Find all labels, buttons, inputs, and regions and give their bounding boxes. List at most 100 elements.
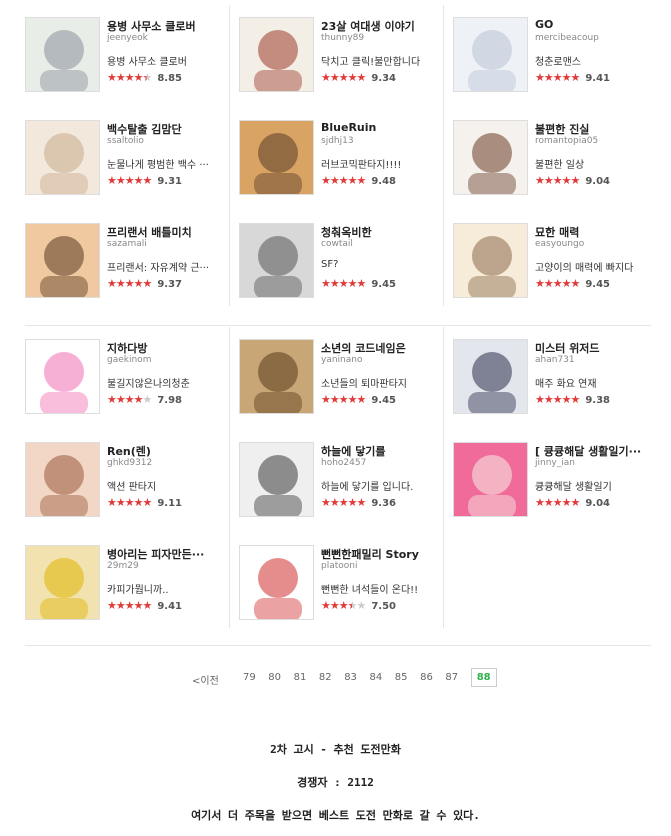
webtoon-rating: ★★★★★ 9.31 bbox=[107, 174, 182, 187]
webtoon-thumbnail[interactable] bbox=[453, 442, 528, 517]
webtoon-thumbnail[interactable] bbox=[239, 17, 314, 92]
webtoon-thumbnail[interactable] bbox=[453, 17, 528, 92]
webtoon-title[interactable]: 프리랜서 배틀미치 bbox=[107, 224, 227, 240]
webtoon-description: 하늘에 닿기를 입니다. bbox=[321, 482, 414, 493]
webtoon-title[interactable]: 지하다방 bbox=[107, 340, 227, 356]
webtoon-rating: ★★★★★ 9.37 bbox=[107, 277, 182, 290]
webtoon-card[interactable]: GO mercibeacoup 청춘로맨스 ★★★★★ 9.41 bbox=[453, 17, 653, 97]
page-link-85[interactable]: 85 bbox=[395, 672, 408, 683]
webtoon-rating: ★★★★★ 9.41 bbox=[107, 599, 182, 612]
webtoon-description: 뻔뻔한 녀석들이 온다!! bbox=[321, 585, 419, 596]
webtoon-author: sjdhj13 bbox=[321, 136, 354, 146]
webtoon-card[interactable]: 백수탈출 김맘단 ssaltolio 눈물나게 평범한 백수 ··· ★★★★★ 9.3… bbox=[25, 120, 225, 200]
webtoon-thumbnail[interactable] bbox=[25, 442, 100, 517]
page-link-81[interactable]: 81 bbox=[294, 672, 307, 683]
rating-stars-icon: ★★★★★ bbox=[535, 71, 580, 84]
section-divider bbox=[25, 325, 651, 326]
rating-score: 9.45 bbox=[371, 279, 396, 290]
webtoon-card[interactable]: 지하다방 gaekinom 불길지않은나의청춘 ★★★★★ 7.98 bbox=[25, 339, 225, 419]
rating-stars-icon: ★★★★★ bbox=[535, 277, 580, 290]
webtoon-title[interactable]: 하늘에 닿기를 bbox=[321, 443, 441, 459]
webtoon-author: ssaltolio bbox=[107, 136, 144, 146]
webtoon-card[interactable]: BlueRuin sjdhj13 러브코믹판타지!!!! ★★★★★ 9.48 bbox=[239, 120, 439, 200]
webtoon-card[interactable]: 프리랜서 배틀미치 sazamali 프리랜서: 자유계약 근··· ★★★★★ 9.3… bbox=[25, 223, 225, 303]
webtoon-card[interactable]: 23살 여대생 이야기 thunny89 닥치고 클릭!불만합니다 ★★★★★ 9.34 bbox=[239, 17, 439, 97]
rating-stars-icon: ★★★★★ bbox=[321, 599, 366, 612]
webtoon-card[interactable]: 미스터 위저드 ahan731 매주 화요 연재 ★★★★★ 9.38 bbox=[453, 339, 653, 419]
page-link-87[interactable]: 87 bbox=[445, 672, 458, 683]
webtoon-title[interactable]: GO bbox=[535, 18, 655, 31]
webtoon-thumbnail[interactable] bbox=[239, 120, 314, 195]
webtoon-card[interactable]: 병아리는 피자만든··· 29m29 카피가뭡니까.. ★★★★★ 9.41 bbox=[25, 545, 225, 625]
webtoon-author: jeenyeok bbox=[107, 33, 148, 43]
webtoon-card[interactable]: Ren(렌) ghkd9312 액션 판타지 ★★★★★ 9.11 bbox=[25, 442, 225, 522]
webtoon-title[interactable]: [ 큥큥해달 생활일기··· bbox=[535, 443, 655, 459]
webtoon-title[interactable]: 미스터 위저드 bbox=[535, 340, 655, 356]
webtoon-title[interactable]: 청춰옥비한 bbox=[321, 224, 441, 240]
rating-score: 9.41 bbox=[157, 601, 182, 612]
page-link-83[interactable]: 83 bbox=[344, 672, 357, 683]
rating-stars-icon: ★★★★★ bbox=[107, 393, 152, 406]
webtoon-thumbnail[interactable] bbox=[25, 339, 100, 414]
webtoon-description: 불길지않은나의청춘 bbox=[107, 379, 190, 390]
webtoon-author: ahan731 bbox=[535, 355, 575, 365]
webtoon-card[interactable]: 소년의 코드네임은 yaninano 소년들의 퇴마판타지 ★★★★★ 9.45 bbox=[239, 339, 439, 419]
webtoon-thumbnail[interactable] bbox=[25, 17, 100, 92]
webtoon-title[interactable]: 불편한 진실 bbox=[535, 121, 655, 137]
webtoon-description: 청춘로맨스 bbox=[535, 57, 581, 68]
webtoon-author: platooni bbox=[321, 561, 358, 571]
webtoon-thumbnail[interactable] bbox=[239, 339, 314, 414]
webtoon-thumbnail[interactable] bbox=[453, 339, 528, 414]
rating-score: 8.85 bbox=[157, 73, 183, 84]
webtoon-title[interactable]: 묘한 매력 bbox=[535, 224, 655, 240]
webtoon-title[interactable]: 뻔뻔한패밀리 Story bbox=[321, 546, 441, 562]
webtoon-rating: ★★★★★ 9.45 bbox=[321, 393, 396, 406]
rating-stars-icon: ★★★★★ bbox=[107, 599, 152, 612]
rating-score: 9.48 bbox=[371, 176, 396, 187]
page-link-88[interactable]: 88 bbox=[470, 668, 497, 687]
webtoon-thumbnail[interactable] bbox=[239, 442, 314, 517]
webtoon-thumbnail[interactable] bbox=[453, 120, 528, 195]
webtoon-title[interactable]: Ren(렌) bbox=[107, 443, 227, 459]
webtoon-title[interactable]: 병아리는 피자만든··· bbox=[107, 546, 227, 562]
webtoon-card[interactable]: [ 큥큥해달 생활일기··· jinny_ian 큥큥해달 생활일기 ★★★★★ 9.0… bbox=[453, 442, 653, 522]
webtoon-author: 29m29 bbox=[107, 561, 139, 571]
webtoon-card[interactable]: 묘한 매력 easyoungo 고양이의 매력에 빠지다 ★★★★★ 9.45 bbox=[453, 223, 653, 303]
webtoon-rating: ★★★★★ 8.85 bbox=[107, 71, 182, 84]
webtoon-title[interactable]: 23살 여대생 이야기 bbox=[321, 18, 441, 34]
webtoon-card[interactable]: 뻔뻔한패밀리 Story platooni 뻔뻔한 녀석들이 온다!! ★★★★★ 7.… bbox=[239, 545, 439, 625]
webtoon-thumbnail[interactable] bbox=[25, 545, 100, 620]
page-link-82[interactable]: 82 bbox=[319, 672, 332, 683]
webtoon-description: 카피가뭡니까.. bbox=[107, 585, 169, 596]
webtoon-author: hoho2457 bbox=[321, 458, 367, 468]
page-link-84[interactable]: 84 bbox=[370, 672, 383, 683]
pagination: <이전 79 80 81 82 83 84 85 86 87 88 bbox=[0, 668, 671, 690]
webtoon-author: jinny_ian bbox=[535, 458, 575, 468]
webtoon-title[interactable]: BlueRuin bbox=[321, 121, 441, 134]
webtoon-rating: ★★★★★ 9.45 bbox=[321, 277, 396, 290]
rating-score: 9.36 bbox=[371, 498, 396, 509]
webtoon-card[interactable]: 용병 사무소 클로버 jeenyeok 용병 사무소 클로버 ★★★★★ 8.85 bbox=[25, 17, 225, 97]
rating-score: 9.45 bbox=[585, 279, 610, 290]
webtoon-thumbnail[interactable] bbox=[25, 223, 100, 298]
webtoon-description: 액션 판타지 bbox=[107, 482, 157, 493]
column-divider bbox=[229, 5, 230, 306]
webtoon-author: thunny89 bbox=[321, 33, 365, 43]
page-link-86[interactable]: 86 bbox=[420, 672, 433, 683]
webtoon-thumbnail[interactable] bbox=[453, 223, 528, 298]
webtoon-thumbnail[interactable] bbox=[239, 223, 314, 298]
webtoon-rating: ★★★★★ 9.36 bbox=[321, 496, 396, 509]
webtoon-thumbnail[interactable] bbox=[239, 545, 314, 620]
page-link-79[interactable]: 79 bbox=[243, 672, 256, 683]
webtoon-card[interactable]: 불편한 진실 romantopia05 불편한 일상 ★★★★★ 9.04 bbox=[453, 120, 653, 200]
webtoon-thumbnail[interactable] bbox=[25, 120, 100, 195]
webtoon-card[interactable]: 하늘에 닿기를 hoho2457 하늘에 닿기를 입니다. ★★★★★ 9.36 bbox=[239, 442, 439, 522]
webtoon-title[interactable]: 소년의 코드네임은 bbox=[321, 340, 441, 356]
webtoon-title[interactable]: 백수탈출 김맘단 bbox=[107, 121, 227, 137]
webtoon-rating: ★★★★★ 9.48 bbox=[321, 174, 396, 187]
webtoon-title[interactable]: 용병 사무소 클로버 bbox=[107, 18, 227, 34]
rating-stars-icon: ★★★★★ bbox=[535, 496, 580, 509]
prev-page-link[interactable]: <이전 bbox=[192, 672, 219, 687]
page-link-80[interactable]: 80 bbox=[268, 672, 281, 683]
webtoon-card[interactable]: 청춰옥비한 cowtail SF? ★★★★★ 9.45 bbox=[239, 223, 439, 303]
